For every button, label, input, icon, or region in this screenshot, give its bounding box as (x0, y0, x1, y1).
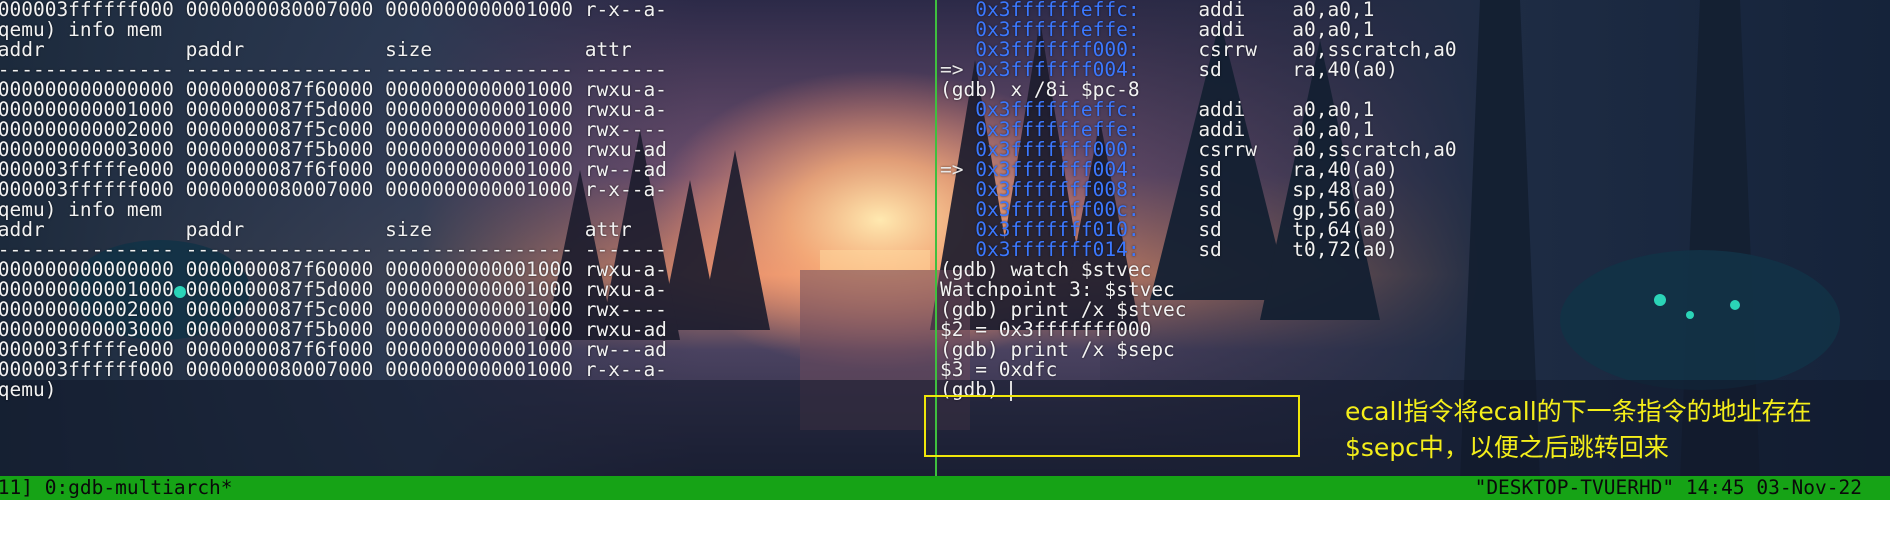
highlight-box (924, 395, 1300, 457)
instruction-text: sd t0,72(a0) (1198, 238, 1398, 261)
annotation-note: ecall指令将ecall的下一条指令的地址存在 $sepc中，以便之后跳转回来 (1345, 394, 1885, 466)
column-gap (1140, 58, 1199, 81)
qemu-monitor-pane[interactable]: 0000003ffffff000 0000000080007000 000000… (0, 0, 935, 476)
qemu-output-line: (qemu) (0, 378, 57, 401)
annotation-line-2: $sepc中，以便之后跳转回来 (1345, 433, 1669, 462)
tmux-status-bar: [11] 0:gdb-multiarch* "DESKTOP-TVUERHD" … (0, 476, 1890, 500)
annotation-line-1: ecall指令将ecall的下一条指令的地址存在 (1345, 397, 1812, 426)
instruction-text: sd ra,40(a0) (1198, 58, 1398, 81)
window-list[interactable]: [11] 0:gdb-multiarch* (0, 476, 233, 500)
qemu-output-line: 0000003ffffff000 0000000080007000 000000… (0, 358, 667, 381)
host-clock: "DESKTOP-TVUERHD" 14:45 03-Nov-22 (1474, 476, 1862, 499)
